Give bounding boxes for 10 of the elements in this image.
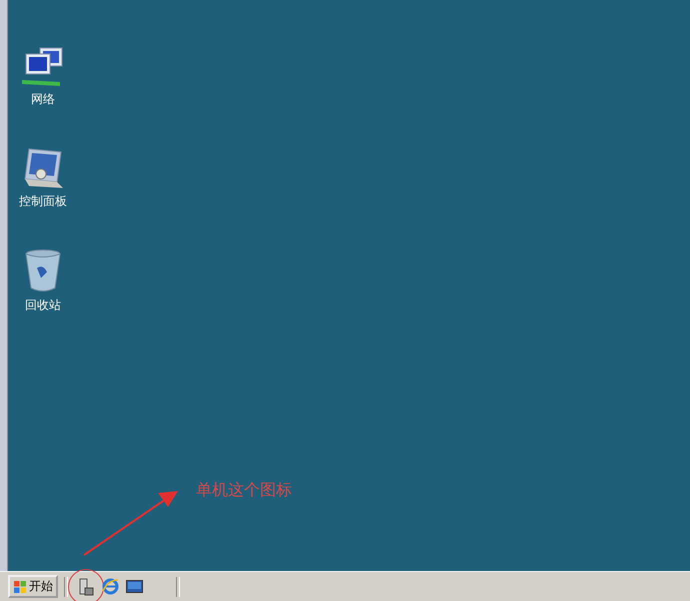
server-icon[interactable] [78,578,94,596]
icon-label: 网络 [31,91,55,108]
start-button[interactable]: 开始 [8,575,58,598]
browser-e-icon[interactable] [102,578,118,595]
annotation-text: 单机这个图标 [196,480,292,501]
monitor-icon[interactable] [126,580,142,594]
icon-label: 回收站 [25,297,61,314]
windows-logo-icon [13,580,27,594]
wastebasket-icon[interactable] [23,248,63,294]
icon-label: 控制面板 [19,193,67,210]
